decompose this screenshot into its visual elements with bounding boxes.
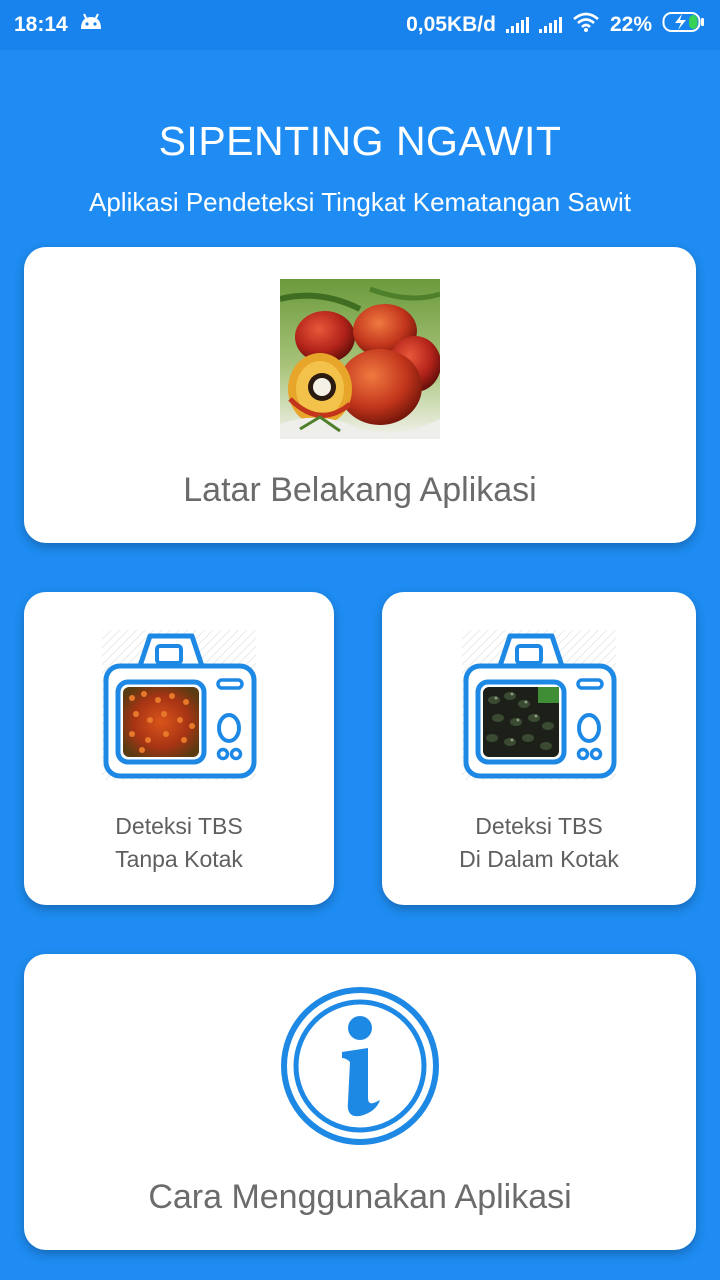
how-to-use-card[interactable]: Cara Menggunakan Aplikasi	[24, 954, 696, 1250]
background-info-label: Latar Belakang Aplikasi	[183, 471, 537, 509]
app-subtitle: Aplikasi Pendeteksi Tingkat Kematangan S…	[89, 187, 631, 217]
detect-without-box-card[interactable]: Deteksi TBS Tanpa Kotak	[24, 592, 334, 905]
battery-charging-icon	[662, 11, 706, 39]
status-bar: 18:14 0,05KB/d 22%	[0, 0, 720, 50]
detect-without-box-line1: Deteksi TBS	[115, 813, 243, 839]
signal-icon	[505, 17, 529, 33]
detect-in-box-line2: Di Dalam Kotak	[459, 846, 619, 872]
detect-without-box-label: Deteksi TBS Tanpa Kotak	[24, 810, 334, 876]
battery-level: 22%	[609, 13, 652, 36]
detect-without-box-line2: Tanpa Kotak	[115, 846, 243, 872]
app-header: SIPENTING NGAWIT Aplikasi Pendeteksi Tin…	[0, 118, 720, 218]
background-info-card[interactable]: Latar Belakang Aplikasi	[24, 247, 696, 543]
detect-in-box-card[interactable]: Deteksi TBS Di Dalam Kotak	[382, 592, 696, 905]
app-title: SIPENTING NGAWIT	[158, 118, 562, 164]
wifi-icon	[572, 12, 600, 38]
info-icon	[280, 986, 440, 1146]
detect-in-box-label: Deteksi TBS Di Dalam Kotak	[382, 810, 696, 876]
detect-in-box-line1: Deteksi TBS	[475, 813, 603, 839]
camera-icon	[462, 630, 618, 780]
network-speed: 0,05KB/d	[406, 13, 496, 36]
camera-icon	[102, 630, 258, 780]
palm-fruit-image	[279, 279, 441, 439]
status-time: 18:14	[14, 13, 68, 36]
signal-icon	[538, 17, 562, 33]
android-icon	[78, 13, 104, 37]
how-to-use-label: Cara Menggunakan Aplikasi	[148, 1178, 572, 1216]
